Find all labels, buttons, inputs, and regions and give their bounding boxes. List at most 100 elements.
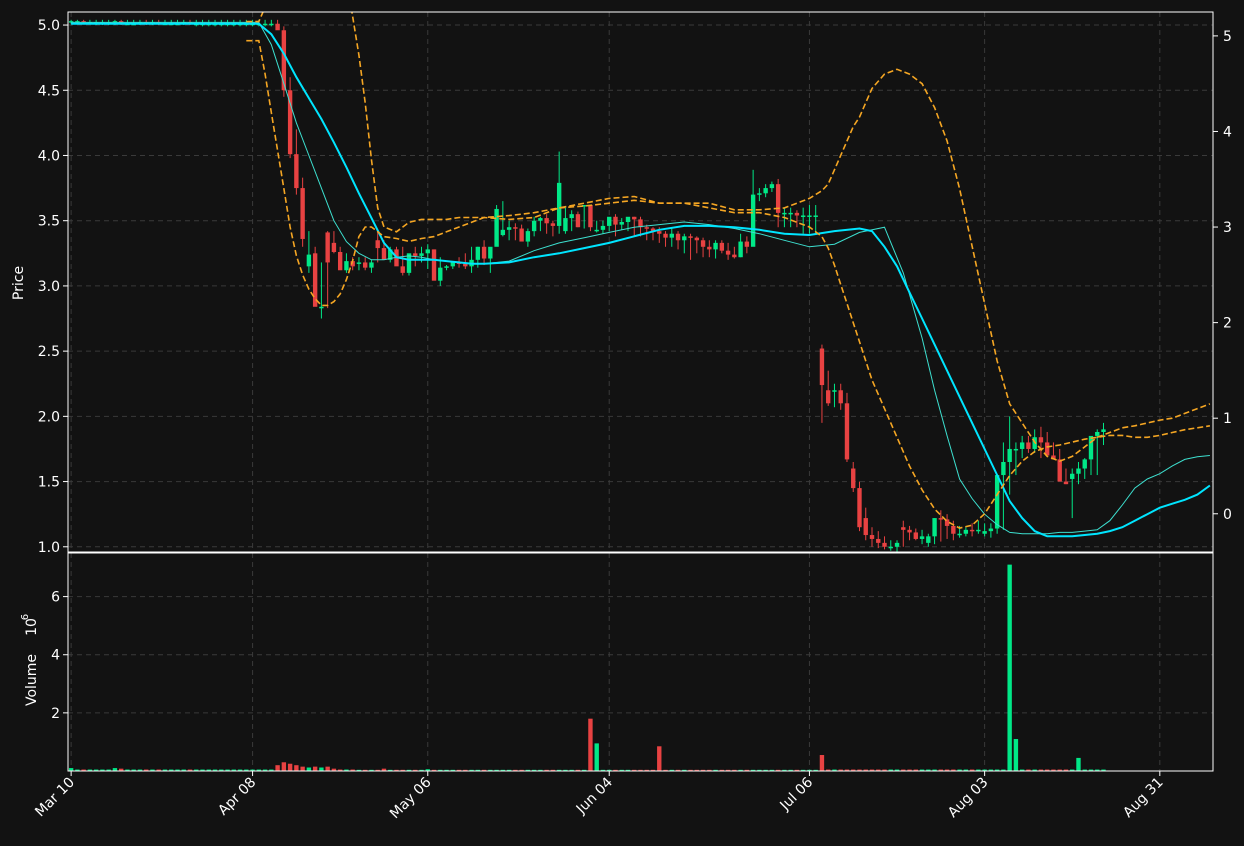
candle-body <box>844 403 850 460</box>
candle-body <box>563 218 568 232</box>
candle-body <box>826 390 831 404</box>
candle-body <box>675 233 681 241</box>
candle-body <box>575 214 581 228</box>
candle-body <box>569 214 574 219</box>
candle-body <box>750 194 756 247</box>
candle-body <box>1007 448 1012 462</box>
right-tick-label: 5 <box>1223 29 1232 45</box>
candle-body <box>788 212 793 215</box>
candle-body <box>682 236 687 241</box>
volume-bar <box>300 766 305 771</box>
candle-body <box>744 241 750 247</box>
candle-body <box>513 227 518 229</box>
candle-body <box>782 212 787 215</box>
candle-body <box>500 229 506 236</box>
candle-body <box>888 546 893 549</box>
right-tick-label: 3 <box>1223 220 1232 236</box>
price-axis-label: Price <box>11 266 27 300</box>
candle-body <box>913 532 918 539</box>
candle-body <box>707 246 712 250</box>
stock-chart: Mar 10 Apr 08 May 06 Jun 04 Jul 06 Aug 03 Aug … <box>0 0 1244 842</box>
candle-body <box>757 193 762 195</box>
volume-axis-label: Volume <box>24 654 40 706</box>
candle-body <box>538 218 543 221</box>
candle-body <box>894 542 900 547</box>
candle-body <box>688 236 693 238</box>
candle-body <box>1001 462 1006 476</box>
candle-body <box>1095 432 1100 436</box>
candle-body <box>475 246 481 260</box>
candle-body <box>375 240 380 249</box>
price-tick-label: 3.0 <box>38 279 60 295</box>
price-tick-label: 1.0 <box>38 540 60 556</box>
price-tick-label: 4.5 <box>38 83 60 99</box>
candle-body <box>901 527 906 530</box>
chart-canvas: Mar 10 Apr 08 May 06 Jun 04 Jul 06 Aug 03 Aug … <box>0 0 1244 842</box>
candle-body <box>419 253 424 256</box>
candle-body <box>1063 481 1069 485</box>
right-tick-label: 4 <box>1223 124 1232 140</box>
candle-body <box>450 262 455 267</box>
candle-body <box>819 348 825 386</box>
candle-body <box>363 262 368 268</box>
candle-body <box>863 518 868 536</box>
candle-body <box>1026 442 1031 449</box>
volume-bar <box>325 766 330 771</box>
candle-body <box>838 390 843 404</box>
candle-body <box>669 233 674 238</box>
candle-body <box>607 216 612 226</box>
candle-body <box>725 250 731 255</box>
candle-body <box>951 525 956 534</box>
candle-body <box>281 30 287 91</box>
candle-body <box>506 227 512 230</box>
candle-body <box>851 468 856 489</box>
candle-body <box>488 246 493 259</box>
candle-body <box>907 529 912 533</box>
volume-bar <box>312 766 318 771</box>
candle-body <box>356 262 362 264</box>
candle-body <box>876 538 881 543</box>
candle-body <box>938 518 944 520</box>
candle-body <box>431 249 437 281</box>
candle-body <box>969 529 975 532</box>
candle-body <box>325 232 330 263</box>
candle-body <box>963 529 969 534</box>
candle-body <box>919 536 925 539</box>
candle-body <box>657 231 662 234</box>
volume-tick-label: 2 <box>51 706 60 722</box>
candle-body <box>1019 442 1025 449</box>
right-tick-label: 0 <box>1223 507 1232 523</box>
candle-body <box>813 215 818 217</box>
candle-body <box>294 154 299 189</box>
candle-body <box>369 262 374 268</box>
candle-body <box>988 528 994 532</box>
candle-body <box>481 246 487 259</box>
candle-body <box>544 218 549 224</box>
volume-tick-label: 6 <box>51 590 60 606</box>
candle-body <box>1101 429 1106 432</box>
volume-bar <box>657 746 662 771</box>
candle-body <box>550 223 556 226</box>
candle-body <box>525 231 531 242</box>
candle-body <box>719 242 725 251</box>
candle-body <box>331 242 337 252</box>
volume-bar <box>594 743 599 771</box>
candle-body <box>1038 437 1044 443</box>
volume-bar <box>1013 739 1019 771</box>
price-tick-label: 2.0 <box>38 409 60 425</box>
volume-bar <box>1007 564 1012 771</box>
candle-body <box>869 535 875 539</box>
volume-bar <box>319 767 324 771</box>
candle-body <box>700 240 706 247</box>
candle-body <box>344 261 349 271</box>
candle-body <box>519 228 524 242</box>
candle-body <box>694 237 700 241</box>
candle-body <box>632 216 637 220</box>
candle-body <box>769 184 775 189</box>
price-tick-label: 1.5 <box>38 475 60 491</box>
candle-body <box>732 254 737 258</box>
candle-body <box>1088 435 1094 460</box>
candle-body <box>312 253 318 307</box>
candle-body <box>337 252 343 271</box>
candle-body <box>976 529 981 532</box>
